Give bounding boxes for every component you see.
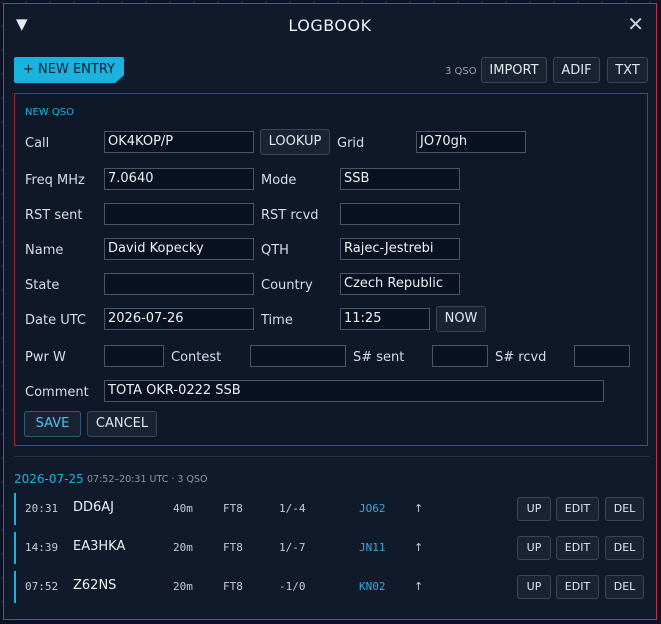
date-label: Date UTC	[25, 313, 86, 328]
divider	[14, 456, 650, 457]
table-row[interactable]: 20:31 DD6AJ 40m FT8 1/-4 JO62 ↑ UP EDIT …	[14, 493, 652, 525]
row-grid: JO62	[359, 502, 386, 515]
cancel-button[interactable]: CANCEL	[87, 411, 157, 437]
freq-label: Freq MHz	[25, 173, 85, 188]
grid-input[interactable]: JO70gh	[416, 131, 526, 153]
country-input[interactable]: Czech Republic	[340, 273, 460, 295]
qth-input[interactable]: Rajec-Jestrebi	[340, 238, 460, 260]
row-call: Z62NS	[73, 578, 117, 593]
new-entry-button[interactable]: + NEW ENTRY	[14, 57, 124, 83]
name-label: Name	[25, 243, 64, 258]
log-date-summary: 07:52–20:31 UTC · 3 QSO	[87, 474, 208, 485]
arrow-up-icon: ↑	[414, 580, 424, 593]
table-row[interactable]: 07:52 Z62NS 20m FT8 -1/0 KN02 ↑ UP EDIT …	[14, 571, 652, 603]
new-qso-form: NEW QSO Call OK4KOP/P LOOKUP Grid JO70gh…	[14, 93, 648, 446]
contest-input[interactable]	[250, 345, 346, 367]
rst-sent-label: RST sent	[25, 208, 83, 223]
row-del-button[interactable]: DEL	[605, 575, 644, 599]
row-rst: -1/0	[279, 580, 306, 593]
row-mode: FT8	[223, 580, 243, 593]
row-time: 14:39	[25, 541, 59, 554]
row-rst: 1/-4	[279, 502, 306, 515]
time-label: Time	[261, 313, 293, 328]
rst-sent-input[interactable]	[104, 203, 254, 225]
rst-rcvd-input[interactable]	[340, 203, 460, 225]
state-input[interactable]	[104, 273, 254, 295]
row-edit-button[interactable]: EDIT	[556, 536, 599, 560]
mode-label: Mode	[261, 173, 297, 188]
toolbar: + NEW ENTRY 3 QSO IMPORT ADIF TXT	[14, 57, 648, 85]
lookup-button[interactable]: LOOKUP	[260, 129, 330, 155]
title-bar: ▼ LOGBOOK ✕	[4, 4, 656, 46]
row-grid: JN11	[359, 541, 386, 554]
row-call: EA3HKA	[73, 539, 126, 554]
row-grid: KN02	[359, 580, 386, 593]
adif-button[interactable]: ADIF	[553, 57, 600, 83]
rst-rcvd-label: RST rcvd	[261, 208, 319, 223]
row-edit-button[interactable]: EDIT	[556, 575, 599, 599]
contest-label: Contest	[171, 350, 222, 365]
row-band: 20m	[173, 580, 193, 593]
row-rst: 1/-7	[279, 541, 306, 554]
logbook-window: ▼ LOGBOOK ✕ + NEW ENTRY 3 QSO IMPORT ADI…	[3, 3, 657, 620]
window-title: LOGBOOK	[288, 16, 372, 35]
row-band: 40m	[173, 502, 193, 515]
row-up-button[interactable]: UP	[517, 497, 551, 521]
form-title: NEW QSO	[25, 107, 74, 118]
country-label: Country	[261, 278, 313, 293]
close-icon[interactable]: ✕	[627, 13, 644, 35]
grid-label: Grid	[337, 136, 365, 151]
call-label: Call	[25, 136, 50, 151]
row-up-button[interactable]: UP	[517, 575, 551, 599]
mode-input[interactable]: SSB	[340, 168, 460, 190]
s-sent-input[interactable]	[432, 345, 488, 367]
name-input[interactable]: David Kopecky	[104, 238, 254, 260]
table-row[interactable]: 14:39 EA3HKA 20m FT8 1/-7 JN11 ↑ UP EDIT…	[14, 532, 652, 564]
arrow-up-icon: ↑	[414, 502, 424, 515]
row-edit-button[interactable]: EDIT	[556, 497, 599, 521]
comment-label: Comment	[25, 385, 89, 400]
row-up-button[interactable]: UP	[517, 536, 551, 560]
row-mode: FT8	[223, 541, 243, 554]
save-button[interactable]: SAVE	[24, 411, 81, 437]
log-date: 2026-07-25	[14, 472, 84, 486]
import-button[interactable]: IMPORT	[481, 57, 547, 83]
s-sent-label: S# sent	[353, 350, 405, 365]
row-del-button[interactable]: DEL	[605, 536, 644, 560]
s-rcvd-input[interactable]	[574, 345, 630, 367]
row-call: DD6AJ	[73, 500, 115, 515]
state-label: State	[25, 278, 60, 293]
row-time: 07:52	[25, 580, 59, 593]
now-button[interactable]: NOW	[436, 306, 486, 332]
comment-input[interactable]: TOTA OKR-0222 SSB	[104, 380, 604, 402]
call-input[interactable]: OK4KOP/P	[104, 131, 254, 153]
freq-input[interactable]: 7.0640	[104, 168, 254, 190]
row-time: 20:31	[25, 502, 59, 515]
row-band: 20m	[173, 541, 193, 554]
pwr-input[interactable]	[104, 345, 164, 367]
row-del-button[interactable]: DEL	[605, 497, 644, 521]
time-input[interactable]: 11:25	[340, 308, 430, 330]
qso-count: 3 QSO	[445, 66, 477, 77]
date-input[interactable]: 2026-07-26	[104, 308, 254, 330]
qth-label: QTH	[261, 243, 289, 258]
pwr-label: Pwr W	[25, 350, 66, 365]
s-rcvd-label: S# rcvd	[495, 350, 547, 365]
row-mode: FT8	[223, 502, 243, 515]
arrow-up-icon: ↑	[414, 541, 424, 554]
txt-button[interactable]: TXT	[607, 57, 648, 83]
